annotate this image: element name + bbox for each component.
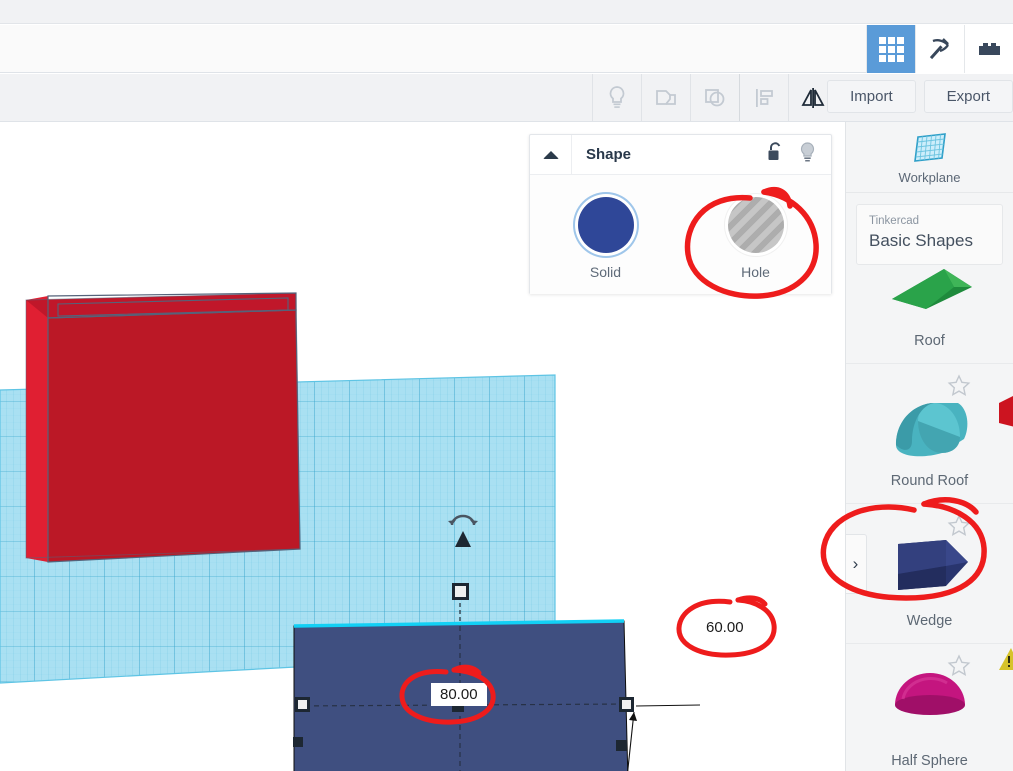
lightbulb-icon <box>609 85 625 108</box>
hole-label: Hole <box>741 264 770 280</box>
mode-grid-view-button[interactable] <box>866 25 915 73</box>
shape-label-wedge: Wedge <box>906 613 953 629</box>
mode-pickaxe-button[interactable] <box>915 25 964 73</box>
shapes-grid: Roof Round Roof Wedge Half Sphere <box>846 269 1013 771</box>
shape-option-hole[interactable]: Hole <box>714 197 798 280</box>
browser-chrome-bar <box>0 0 1013 24</box>
light-tool-button[interactable] <box>592 74 641 121</box>
shape-panel-header: Shape <box>530 135 831 175</box>
mirror-flip-icon <box>801 87 825 108</box>
unlocked-padlock-icon[interactable] <box>766 141 784 168</box>
import-button[interactable]: Import <box>827 80 916 113</box>
shape-panel-title: Shape <box>586 146 632 163</box>
ungroup-tool-button[interactable] <box>690 74 739 121</box>
workplane-grid-icon <box>913 133 946 162</box>
brick-icon <box>979 43 1000 55</box>
pickaxe-icon <box>929 38 949 60</box>
view-mode-group <box>866 25 1013 73</box>
roof-thumbnail <box>891 269 972 309</box>
workplane-tool-tile[interactable]: Workplane <box>846 122 1013 193</box>
group-shapes-icon <box>656 89 676 105</box>
grid-icon <box>878 36 904 62</box>
depth-dimension-line <box>627 704 701 771</box>
shape-inspector-panel: Shape Solid Hole <box>529 134 832 294</box>
align-icon <box>756 88 773 107</box>
export-button[interactable]: Export <box>923 80 1013 113</box>
lightbulb-icon[interactable] <box>798 141 817 169</box>
red-box-object <box>25 292 301 563</box>
tinkercad-editor: Import Export 80.00 60.00 Shape Solid Ho… <box>0 0 1013 771</box>
workplane-label: Workplane <box>898 170 961 185</box>
shape-panel-collapse-button[interactable] <box>530 135 572 174</box>
shape-tile-wedge[interactable]: Wedge <box>846 503 1013 643</box>
shape-label-roof: Roof <box>914 333 945 349</box>
shape-option-solid[interactable]: Solid <box>564 197 648 280</box>
shape-tile-round-roof[interactable]: Round Roof <box>846 363 1013 503</box>
round-roof-thumbnail <box>895 403 967 457</box>
ungroup-shapes-icon <box>705 88 725 106</box>
width-dimension-value[interactable]: 80.00 <box>431 683 487 706</box>
handle-right-lower <box>616 740 627 751</box>
wedge-thumbnail <box>897 540 968 590</box>
library-provider: Tinkercad <box>869 215 920 227</box>
hole-swatch <box>727 197 784 253</box>
shape-tile-half-sphere[interactable]: Half Sphere <box>846 643 1013 771</box>
group-tool-button[interactable] <box>641 74 690 121</box>
half-sphere-thumbnail <box>894 673 965 715</box>
shape-label-round-roof: Round Roof <box>890 473 969 489</box>
depth-dimension-value[interactable]: 60.00 <box>697 616 753 639</box>
shape-tile-roof[interactable]: Roof <box>846 269 1013 363</box>
shape-label-half-sphere: Half Sphere <box>891 753 968 769</box>
shape-type-options: Solid Hole <box>530 175 831 294</box>
import-export-group: Import Export <box>827 80 1013 113</box>
mode-blocks-button[interactable] <box>964 25 1013 73</box>
triangle-up-icon <box>542 150 559 159</box>
solid-swatch <box>577 197 634 253</box>
handle-left-lower <box>293 737 303 747</box>
edit-tool-group <box>592 74 837 121</box>
app-header-bar <box>0 25 1013 73</box>
solid-label: Solid <box>589 264 622 280</box>
align-tool-button[interactable] <box>739 74 788 121</box>
shapes-sidebar: › Workplane Tinkercad Basic Shapes Roof … <box>845 122 1013 771</box>
